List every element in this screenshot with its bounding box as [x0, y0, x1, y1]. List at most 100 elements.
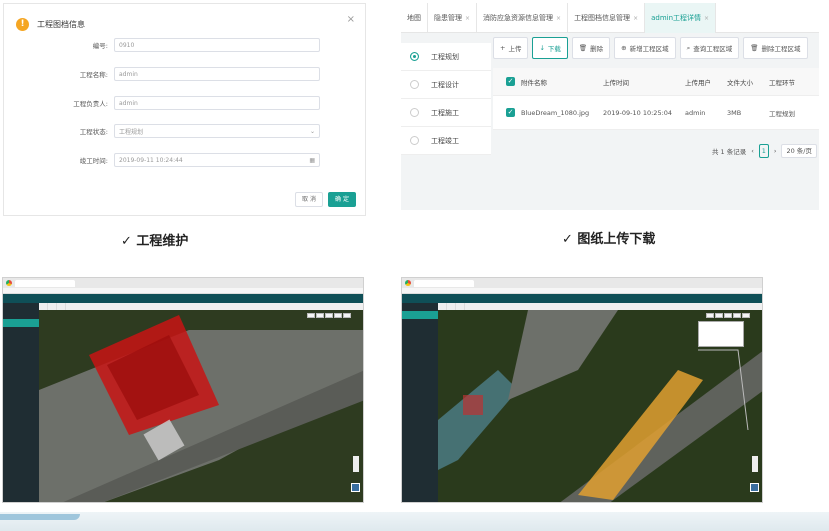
- field-label: 工程名称:: [79, 71, 108, 79]
- map-tool-button[interactable]: [733, 313, 741, 318]
- basemap-thumbnail[interactable]: [351, 483, 360, 492]
- zoom-control[interactable]: [752, 456, 758, 472]
- bottom-decor-band: [0, 512, 829, 531]
- map-screenshot-right: [401, 277, 763, 503]
- close-icon[interactable]: ×: [347, 14, 355, 25]
- search-icon: ⌕: [686, 43, 691, 52]
- stage-item-design[interactable]: 工程设计: [401, 71, 491, 99]
- prev-page-icon[interactable]: ‹: [751, 147, 754, 155]
- map-tool-button[interactable]: [334, 313, 342, 318]
- sidebar-item[interactable]: [3, 303, 39, 311]
- query-area-button[interactable]: ⌕ 查询工程区域: [679, 37, 740, 59]
- page-number[interactable]: 1: [758, 144, 769, 158]
- completion-time-picker[interactable]: 2019-09-11 10:24:44 ▦: [114, 153, 320, 167]
- checkbox-icon: ✓: [506, 77, 515, 86]
- page-size-select[interactable]: 20 条/页: [781, 144, 817, 158]
- map-tabbar: [39, 303, 363, 310]
- basemap-thumbnail[interactable]: [750, 483, 759, 492]
- delete-area-button[interactable]: 🗑 删除工程区域: [743, 37, 808, 59]
- sidebar-item[interactable]: [3, 319, 39, 327]
- stage-item-completion[interactable]: 工程竣工: [401, 127, 491, 155]
- map-body: [402, 303, 762, 502]
- sidebar-item[interactable]: [402, 319, 438, 327]
- map-tab[interactable]: [440, 303, 447, 310]
- close-icon[interactable]: ×: [633, 15, 638, 22]
- stage-item-construction[interactable]: 工程施工: [401, 99, 491, 127]
- tab-hazard[interactable]: 隐患管理 ×: [428, 3, 478, 33]
- tab-drawing-info[interactable]: 工程图档信息管理 ×: [568, 3, 646, 33]
- map-tab[interactable]: [41, 303, 48, 310]
- table-row[interactable]: ✓ BlueDream_1080.jpg 2019-09-10 10:25:04…: [493, 96, 819, 130]
- cancel-button[interactable]: 取 消: [295, 192, 323, 207]
- ok-button[interactable]: 确 定: [328, 192, 356, 207]
- map-tab[interactable]: [59, 303, 66, 310]
- plus-icon: +: [500, 44, 506, 52]
- map-toolbox: [706, 313, 750, 318]
- map-tab[interactable]: [449, 303, 456, 310]
- map-tool-button[interactable]: [706, 313, 714, 318]
- map-tool-button[interactable]: [724, 313, 732, 318]
- tab-fire-resources[interactable]: 消防应急资源信息管理 ×: [477, 3, 569, 33]
- add-area-button[interactable]: ⊕ 新增工程区域: [614, 37, 676, 59]
- browser-logo-icon: [405, 280, 411, 286]
- sidebar-item[interactable]: [402, 327, 438, 335]
- delete-button[interactable]: 🗑 删除: [571, 37, 611, 59]
- sidebar-item[interactable]: [3, 335, 39, 343]
- close-icon[interactable]: ×: [556, 15, 561, 22]
- field-label: 工程负责人:: [73, 100, 108, 108]
- browser-tabstrip: [3, 278, 363, 288]
- stage-item-planning[interactable]: 工程规划: [401, 43, 491, 71]
- sidebar-item[interactable]: [3, 327, 39, 335]
- row-select-cell[interactable]: ✓: [493, 108, 515, 117]
- sidebar-item[interactable]: [402, 303, 438, 311]
- map-tab[interactable]: [458, 303, 465, 310]
- dialog-title: 工程图档信息: [37, 20, 85, 29]
- map-tool-button[interactable]: [325, 313, 333, 318]
- owner-input[interactable]: admin: [114, 96, 320, 110]
- engineering-info-dialog: ! 工程图档信息 × 编号: 0910 工程名称: admin 工程负责人: a…: [3, 3, 366, 216]
- table-cell: BlueDream_1080.jpg: [521, 108, 590, 117]
- table-header: ✓ 附件名称 上传时间 上传用户 文件大小 工程环节: [493, 68, 819, 96]
- app-header: [3, 294, 363, 303]
- upload-button[interactable]: + 上传: [493, 37, 529, 59]
- stage-list: 工程规划 工程设计 工程施工 工程竣工: [401, 43, 491, 155]
- radio-icon: [410, 52, 419, 61]
- zoom-control[interactable]: [353, 456, 359, 472]
- map-canvas[interactable]: [438, 303, 762, 502]
- select-all-cell[interactable]: ✓: [493, 77, 515, 86]
- tab-bar: 地图 隐患管理 × 消防应急资源信息管理 × 工程图档信息管理 × admin工程详情…: [401, 3, 819, 33]
- sidebar-item[interactable]: [402, 311, 438, 319]
- trash-icon: 🗑: [750, 44, 759, 52]
- field-label: 工程状态:: [79, 128, 108, 136]
- checkbox-icon: ✓: [506, 108, 515, 117]
- next-page-icon[interactable]: ›: [774, 147, 777, 155]
- map-tab[interactable]: [50, 303, 57, 310]
- close-icon[interactable]: ×: [465, 15, 470, 22]
- field-code: 编号: 0910: [34, 38, 320, 52]
- status-select[interactable]: 工程规划 ⌄: [114, 124, 320, 138]
- close-icon[interactable]: ×: [704, 15, 709, 22]
- download-icon: ↓: [539, 44, 545, 52]
- map-tool-button[interactable]: [343, 313, 351, 318]
- browser-tab[interactable]: [414, 279, 474, 287]
- table-cell: 2019-09-10 10:25:04: [603, 108, 673, 117]
- sidebar-item[interactable]: [3, 311, 39, 319]
- app-sidebar: [3, 303, 39, 502]
- dialog-titlebar: ! 工程图档信息: [16, 18, 85, 31]
- map-tool-button[interactable]: [742, 313, 750, 318]
- browser-tabstrip: [402, 278, 762, 288]
- building: [463, 395, 483, 415]
- download-button[interactable]: ↓ 下载: [532, 37, 568, 59]
- file-toolbar: + 上传 ↓ 下载 🗑 删除 ⊕ 新增工程区域 ⌕ 查询工程区域 🗑 删除工程区域: [493, 37, 808, 59]
- code-input[interactable]: 0910: [114, 38, 320, 52]
- tab-map[interactable]: 地图: [401, 3, 428, 33]
- browser-tab[interactable]: [15, 279, 75, 287]
- col-header: 上传用户: [685, 78, 711, 87]
- map-tool-button[interactable]: [316, 313, 324, 318]
- col-header: 附件名称: [521, 78, 547, 87]
- map-canvas[interactable]: [39, 303, 363, 502]
- project-name-input[interactable]: admin: [114, 67, 320, 81]
- map-tool-button[interactable]: [715, 313, 723, 318]
- map-tool-button[interactable]: [307, 313, 315, 318]
- tab-project-detail[interactable]: admin工程详情 ×: [645, 3, 717, 33]
